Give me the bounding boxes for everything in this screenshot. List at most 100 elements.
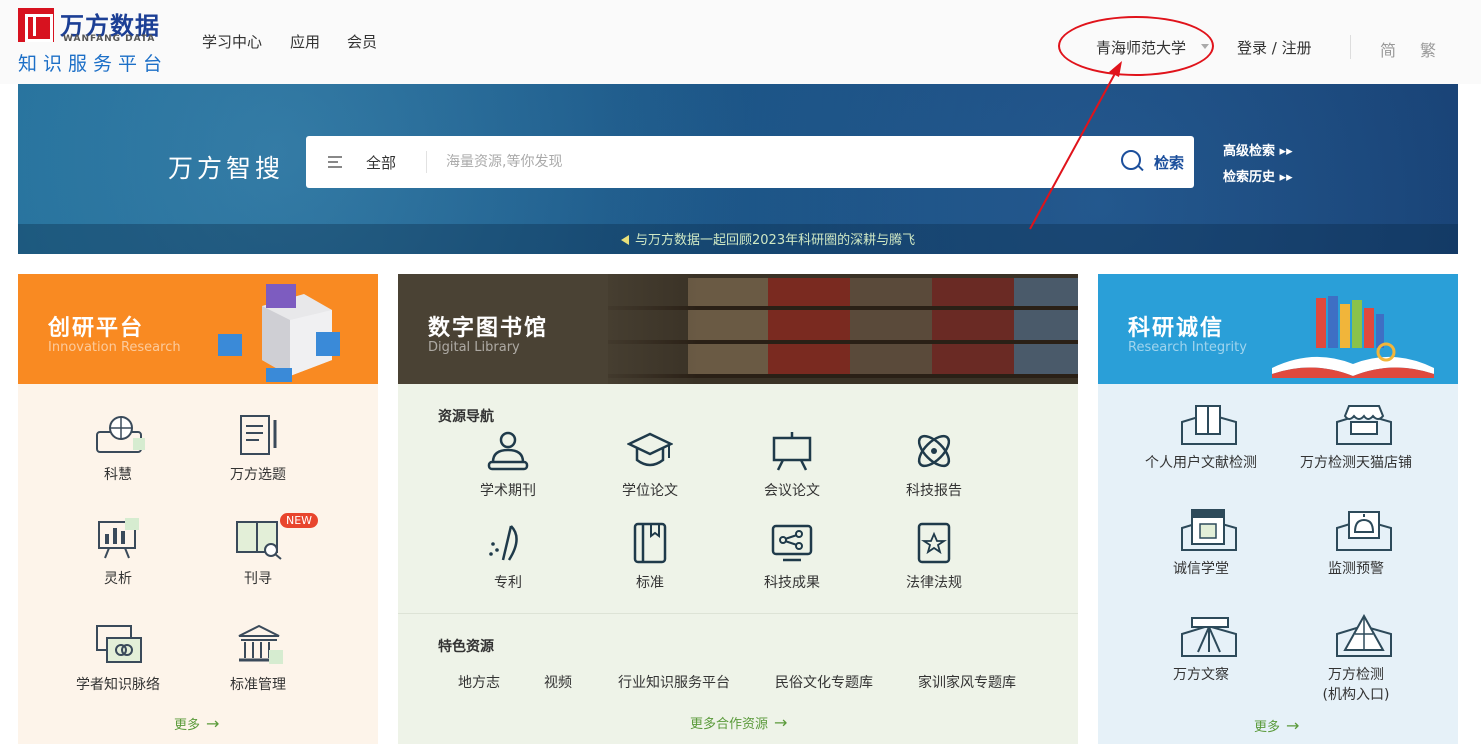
logo-en: WANFANG DATA <box>63 34 156 44</box>
advanced-search-link[interactable]: 高级检索 ▸▸ <box>1223 140 1293 159</box>
search-input[interactable] <box>446 146 1086 178</box>
integrity-item[interactable]: 个人用户文献检测 <box>1136 402 1266 472</box>
item-label: 万方检测 <box>1328 667 1384 683</box>
resource-item[interactable]: 专利 <box>458 522 558 592</box>
nav-learning-center[interactable]: 学习中心 <box>202 31 262 52</box>
integrity-body: 个人用户文献检测 万方检测天猫店铺 诚信学堂 监测预警 万方文察 万方检测 (机… <box>1098 384 1458 744</box>
institution-selector[interactable]: 青海师范大学 <box>1096 37 1186 58</box>
innovation-item[interactable]: 科慧 <box>68 414 168 484</box>
item-label: 个人用户文献检测 <box>1145 455 1257 471</box>
integrity-item[interactable]: 监测预警 <box>1286 508 1426 578</box>
menu-icon[interactable] <box>328 156 342 171</box>
innovation-subtitle: Innovation Research <box>48 340 181 355</box>
arrow-right-icon: → <box>206 714 220 733</box>
resource-label: 学术期刊 <box>480 483 536 499</box>
resource-item[interactable]: 科技成果 <box>742 522 842 592</box>
resource-item[interactable]: 法律法规 <box>884 522 984 592</box>
easel-icon <box>769 430 815 472</box>
resource-label: 科技报告 <box>906 483 962 499</box>
item-label: 万方文察 <box>1173 667 1229 683</box>
resource-label: 标准 <box>636 575 664 591</box>
pyramid-icon <box>1333 613 1392 657</box>
logo-mark-icon <box>18 8 54 42</box>
law-icon <box>911 522 957 564</box>
open-book-icon <box>1178 402 1237 445</box>
search-banner: 万方智搜 全部 检索 高级检索 ▸▸ 检索历史 ▸▸ 与万方数据一起回顾2023… <box>18 84 1458 254</box>
school-board-icon <box>1178 508 1237 551</box>
item-label: 灵析 <box>104 571 132 587</box>
library-card: 数字图书馆 Digital Library 资源导航 学术期刊 学位论文 会议论… <box>398 274 1078 744</box>
lang-simplified[interactable]: 简 <box>1380 37 1396 61</box>
integrity-item[interactable]: 万方文察 <box>1136 614 1266 684</box>
telescope-icon <box>1178 614 1237 657</box>
special-resource-title: 特色资源 <box>438 639 494 655</box>
integrity-header[interactable]: 科研诚信 Research Integrity <box>1098 274 1458 384</box>
divider <box>398 613 1078 614</box>
lang-traditional[interactable]: 繁 <box>1420 37 1436 61</box>
item-label: 诚信学堂 <box>1173 561 1229 577</box>
innovation-item[interactable]: 刊寻 <box>208 518 308 588</box>
innovation-more-link[interactable]: 更多 → <box>174 714 219 733</box>
alarm-icon <box>1333 508 1392 551</box>
institution-building-icon <box>235 624 283 666</box>
books-illustration-icon <box>1272 296 1434 378</box>
patent-icon <box>485 522 531 564</box>
resource-label: 科技成果 <box>764 575 820 591</box>
logo-subtitle: 知识服务平台 <box>18 53 169 75</box>
special-resource-link[interactable]: 视频 <box>544 672 572 692</box>
item-label: 科慧 <box>104 467 132 483</box>
chevron-down-icon[interactable] <box>1201 44 1209 49</box>
item-label-secondary: (机构入口) <box>1322 687 1390 703</box>
search-icon[interactable] <box>1121 150 1141 170</box>
search-title: 万方智搜 <box>168 154 285 183</box>
resource-item[interactable]: 学术期刊 <box>458 430 558 500</box>
item-label: 刊寻 <box>244 571 272 587</box>
integrity-more-link[interactable]: 更多 → <box>1254 716 1299 735</box>
new-badge: NEW <box>280 513 319 528</box>
divider <box>1350 35 1351 59</box>
resource-item[interactable]: 会议论文 <box>742 430 842 500</box>
resource-label: 法律法规 <box>906 575 962 591</box>
cards-icon <box>95 624 142 666</box>
search-history-link[interactable]: 检索历史 ▸▸ <box>1223 166 1293 185</box>
innovation-item[interactable]: 灵析 <box>68 518 168 588</box>
achievement-icon <box>769 522 815 564</box>
book-search-icon <box>235 518 282 560</box>
special-resource-link[interactable]: 民俗文化专题库 <box>775 672 873 692</box>
cube-illustration-icon <box>218 284 340 382</box>
innovation-header[interactable]: 创研平台 Innovation Research <box>18 274 378 384</box>
resource-nav-title: 资源导航 <box>438 409 494 425</box>
library-header[interactable]: 数字图书馆 Digital Library <box>398 274 1078 384</box>
innovation-card: 创研平台 Innovation Research 科慧 万方选题 灵析 刊寻 N… <box>18 274 378 744</box>
search-button[interactable]: 检索 <box>1154 152 1184 173</box>
nav-apps[interactable]: 应用 <box>290 31 320 52</box>
divider <box>426 151 427 173</box>
innovation-item[interactable]: 标准管理 <box>208 624 308 694</box>
top-bar: 万方数据 WANFANG DATA 知识服务平台 学习中心 应用 会员 青海师范… <box>0 0 1481 84</box>
library-more-link[interactable]: 更多合作资源 → <box>690 713 787 732</box>
keyboard-globe-icon <box>95 414 145 456</box>
document-pen-icon <box>235 414 281 456</box>
search-category[interactable]: 全部 <box>366 152 396 173</box>
integrity-item[interactable]: 诚信学堂 <box>1136 508 1266 578</box>
innovation-item[interactable]: 学者知识脉络 <box>68 624 168 694</box>
innovation-item[interactable]: 万方选题 <box>208 414 308 484</box>
speaker-icon <box>621 235 629 245</box>
library-body: 资源导航 学术期刊 学位论文 会议论文 科技报告 专利 标准 科技成果 法律法规… <box>398 384 1078 744</box>
nav-membership[interactable]: 会员 <box>347 31 377 52</box>
item-label: 万方选题 <box>230 467 286 483</box>
orbit-icon <box>911 430 957 472</box>
resource-item[interactable]: 科技报告 <box>884 430 984 500</box>
resource-item[interactable]: 学位论文 <box>600 430 700 500</box>
special-resource-link[interactable]: 地方志 <box>458 672 500 692</box>
resource-item[interactable]: 标准 <box>600 522 700 592</box>
special-resource-link[interactable]: 行业知识服务平台 <box>618 672 730 692</box>
login-register-link[interactable]: 登录 / 注册 <box>1237 37 1312 58</box>
resource-label: 学位论文 <box>622 483 678 499</box>
ticker[interactable]: 与万方数据一起回顾2023年科研圈的深耕与腾飞 <box>621 229 915 248</box>
integrity-item[interactable]: 万方检测天猫店铺 <box>1286 402 1426 472</box>
resource-label: 会议论文 <box>764 483 820 499</box>
double-chevron-icon: ▸▸ <box>1279 170 1293 185</box>
special-resource-link[interactable]: 家训家风专题库 <box>918 672 1016 692</box>
integrity-item[interactable]: 万方检测 (机构入口) <box>1286 613 1426 704</box>
